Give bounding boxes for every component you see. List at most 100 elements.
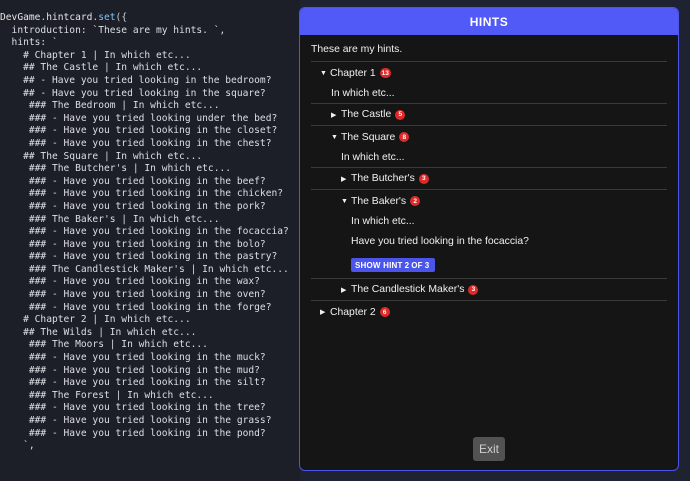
code-token: ({ — [115, 12, 128, 23]
code-line: ### - Have you tried looking in the pork… — [0, 201, 300, 214]
code-token: ### - Have you tried looking in the muck… — [0, 352, 266, 364]
hints-modal: HINTS These are my hints. ▼ Chapter 1 13… — [299, 7, 679, 471]
code-token: ### - Have you tried looking in the pond… — [0, 427, 266, 439]
modal-title: HINTS — [300, 8, 678, 35]
section-bakers-count-badge: 2 — [410, 196, 421, 206]
code-token: ## - Have you tried looking in the squar… — [0, 87, 266, 99]
code-line: ### - Have you tried looking in the gras… — [0, 415, 300, 428]
code-line: ### - Have you tried looking in the ches… — [0, 138, 300, 151]
caret-right-icon: ▶ — [341, 286, 347, 294]
code-line: # Chapter 2 | In which etc... — [0, 314, 300, 327]
code-token: ### - Have you tried looking in the tree… — [0, 402, 266, 414]
section-bakers-description: In which etc... — [351, 216, 415, 227]
code-line: ## - Have you tried looking in the bedro… — [0, 75, 300, 88]
code-token: ### - Have you tried looking in the pork… — [0, 200, 266, 212]
code-line: hints: ` — [0, 37, 300, 50]
chapter-1-label: Chapter 1 — [330, 67, 376, 79]
modal-body: These are my hints. ▼ Chapter 1 13 In wh… — [300, 35, 678, 323]
code-line: ### The Baker's | In which etc... — [0, 214, 300, 227]
code-line: ### - Have you tried looking in the silt… — [0, 377, 300, 390]
code-token: `, — [0, 440, 35, 452]
code-token: ### - Have you tried looking in the forg… — [0, 301, 272, 313]
chapter-1-count-badge: 13 — [379, 68, 391, 78]
section-candlestick-label: The Candlestick Maker's — [351, 284, 465, 295]
code-token: ### - Have you tried looking in the foca… — [0, 226, 289, 238]
code-token: ### The Moors | In which etc... — [0, 339, 208, 351]
show-hint-total: 3 — [424, 260, 430, 270]
show-hint-of: OF — [411, 260, 423, 270]
code-line: ### - Have you tried looking in the beef… — [0, 176, 300, 189]
section-candlestick-toggle[interactable]: ▶ The Candlestick Maker's 3 — [311, 279, 667, 301]
code-token: ### - Have you tried looking in the past… — [0, 251, 278, 263]
code-token: ## The Square | In which etc... — [0, 150, 203, 162]
code-line: ## The Wilds | In which etc... — [0, 327, 300, 340]
revealed-hint-text: Have you tried looking in the focaccia? — [351, 236, 529, 247]
code-line: ## The Square | In which etc... — [0, 151, 300, 164]
section-butchers-label: The Butcher's — [351, 173, 415, 184]
section-bakers-toggle[interactable]: ▼ The Baker's 2 — [311, 190, 667, 212]
chapter-2-toggle[interactable]: ▶ Chapter 2 6 — [311, 301, 667, 323]
section-butchers-toggle[interactable]: ▶ The Butcher's 3 — [311, 168, 667, 190]
code-line: ## The Castle | In which etc... — [0, 62, 300, 75]
chapter-2-label: Chapter 2 — [330, 306, 376, 318]
code-token: ### The Bedroom | In which etc... — [0, 100, 220, 112]
section-butchers-count-badge: 3 — [418, 173, 429, 184]
code-token: ### The Forest | In which etc... — [0, 389, 214, 401]
code-token: hintcard — [46, 12, 93, 23]
show-hint-current: 2 — [404, 260, 410, 270]
code-line: `, — [0, 440, 300, 453]
code-token: ### The Candlestick Maker's | In which e… — [0, 263, 289, 275]
code-line: ### - Have you tried looking in the bolo… — [0, 239, 300, 252]
code-token: ### - Have you tried looking in the ches… — [0, 137, 272, 149]
section-castle-count-badge: 5 — [395, 109, 406, 120]
code-line: ### - Have you tried looking in the muck… — [0, 352, 300, 365]
code-line: ### - Have you tried looking in the mud? — [0, 365, 300, 378]
show-hint-button[interactable]: SHOW HINT 2 OF 3 — [351, 258, 436, 272]
show-hint-prefix: SHOW HINT — [355, 260, 403, 270]
chapter-1-toggle[interactable]: ▼ Chapter 1 13 — [311, 62, 667, 84]
code-line: introduction: `These are my hints. `, — [0, 25, 300, 38]
code-line: ### - Have you tried looking in the oven… — [0, 289, 300, 302]
code-token: hints: ` — [0, 37, 58, 49]
code-token: # Chapter 1 | In which etc... — [0, 49, 191, 61]
section-square-description: In which etc... — [311, 148, 667, 168]
code-token: ### - Have you tried looking in the gras… — [0, 415, 272, 426]
code-token: ## The Castle | In which etc... — [0, 62, 203, 74]
code-token: ### - Have you tried looking in the clos… — [0, 125, 278, 137]
code-editor[interactable]: DevGame.hintcard.set({ introduction: `Th… — [0, 0, 300, 481]
code-line: ### The Candlestick Maker's | In which e… — [0, 264, 300, 277]
section-square-toggle[interactable]: ▼ The Square 8 — [311, 126, 667, 148]
code-token: DevGame — [0, 12, 41, 23]
hints-intro: These are my hints. — [311, 44, 667, 62]
caret-right-icon: ▶ — [320, 309, 326, 316]
chapter-2-count-badge: 6 — [379, 307, 390, 317]
show-hint-row: SHOW HINT 2 OF 3 — [311, 252, 667, 279]
caret-right-icon: ▶ — [341, 175, 347, 183]
code-line: ### The Butcher's | In which etc... — [0, 163, 300, 176]
code-line: ### The Moors | In which etc... — [0, 339, 300, 352]
code-token: ### - Have you tried looking in the bolo… — [0, 238, 266, 250]
code-token: ### - Have you tried looking in the beef… — [0, 175, 266, 187]
code-line: ### - Have you tried looking in the tree… — [0, 402, 300, 415]
code-token: ### - Have you tried looking in the mud? — [0, 364, 260, 376]
code-token: ### - Have you tried looking under the b… — [0, 112, 278, 124]
section-candlestick-count-badge: 3 — [468, 284, 479, 295]
chapter-1-description: In which etc... — [311, 84, 667, 104]
code-line: ### - Have you tried looking in the forg… — [0, 302, 300, 315]
code-token: # Chapter 2 | In which etc... — [0, 314, 191, 326]
code-token: introduction: `These are my hints. `, — [0, 24, 226, 36]
code-token: ### - Have you tried looking in the oven… — [0, 289, 266, 301]
code-token: ### - Have you tried looking in the chic… — [0, 188, 284, 200]
code-token: ### The Butcher's | In which etc... — [0, 163, 232, 175]
code-line: ### - Have you tried looking in the chic… — [0, 188, 300, 201]
code-line: ### - Have you tried looking in the foca… — [0, 226, 300, 239]
code-line: ### - Have you tried looking under the b… — [0, 113, 300, 126]
code-line: ### - Have you tried looking in the clos… — [0, 125, 300, 138]
caret-down-icon: ▼ — [331, 133, 338, 141]
code-token: set — [98, 12, 116, 23]
code-line: DevGame.hintcard.set({ — [0, 12, 300, 25]
code-token: ### The Baker's | In which etc... — [0, 213, 220, 225]
exit-button[interactable]: Exit — [473, 437, 505, 461]
code-line: ### The Forest | In which etc... — [0, 390, 300, 403]
section-castle-toggle[interactable]: ▶ The Castle 5 — [311, 104, 667, 126]
